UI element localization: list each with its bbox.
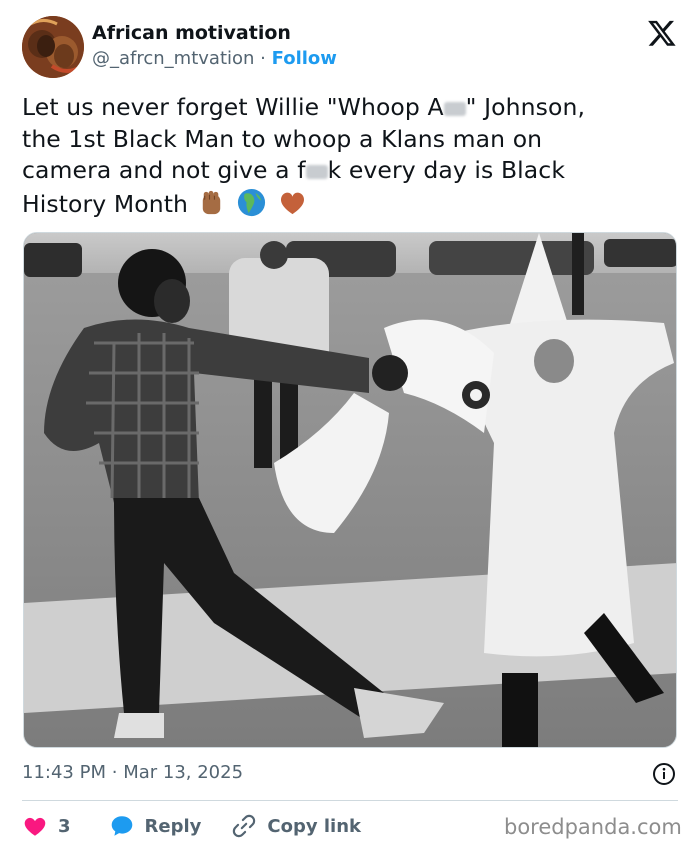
info-icon[interactable] (652, 762, 676, 786)
reply-bubble-icon (111, 816, 132, 836)
tweet-text: Let us never forget Willie "Whoop A " Joh… (22, 92, 682, 220)
timestamp-separator: · (111, 762, 118, 783)
like-button[interactable]: 3 (22, 813, 71, 839)
brown-heart-icon (280, 192, 304, 214)
tweet-date: Mar 13, 2025 (123, 762, 244, 783)
tweet-text-line1: Let us never forget Willie "Whoop A (22, 93, 444, 121)
globe-africa-icon (238, 188, 266, 216)
tweet-timestamp[interactable]: 11:43 PM · Mar 13, 2025 (22, 762, 243, 783)
divider (22, 800, 678, 801)
raised-fist-icon (202, 190, 220, 214)
censor-blur (443, 101, 466, 116)
tweet-text-line3b: k every day is Black (327, 156, 566, 184)
tweet-text-line1-end: " Johnson, (465, 93, 586, 121)
tweet-card: African motivation @_afrcn_mtvation · Fo… (0, 0, 700, 852)
heart-icon (24, 817, 46, 836)
copy-link-button[interactable]: Copy link (231, 813, 361, 839)
like-count: 3 (58, 815, 71, 837)
tweet-text-line3a: camera and not give a f (22, 156, 306, 184)
tweet-text-line2: the 1st Black Man to whoop a Klans man o… (22, 124, 543, 153)
author-handle-row: @_afrcn_mtvation · Follow (92, 48, 337, 69)
action-bar: 3 Reply Copy link (22, 812, 391, 840)
tweet-text-line4: History Month (22, 189, 189, 218)
follow-button[interactable]: Follow (272, 48, 337, 69)
author-display-name[interactable]: African motivation (92, 22, 291, 44)
reply-button[interactable]: Reply (109, 813, 202, 839)
tweet-time: 11:43 PM (22, 762, 106, 783)
handle-separator: · (260, 48, 266, 69)
reply-label: Reply (144, 815, 202, 837)
tweet-photo[interactable] (23, 232, 677, 748)
author-handle[interactable]: @_afrcn_mtvation (92, 48, 254, 69)
watermark: boredpanda.com (504, 815, 682, 839)
censor-blur (305, 164, 328, 179)
x-logo-icon[interactable] (646, 18, 678, 48)
link-icon (233, 814, 256, 838)
copy-link-label: Copy link (267, 815, 361, 837)
author-avatar[interactable] (22, 16, 84, 78)
